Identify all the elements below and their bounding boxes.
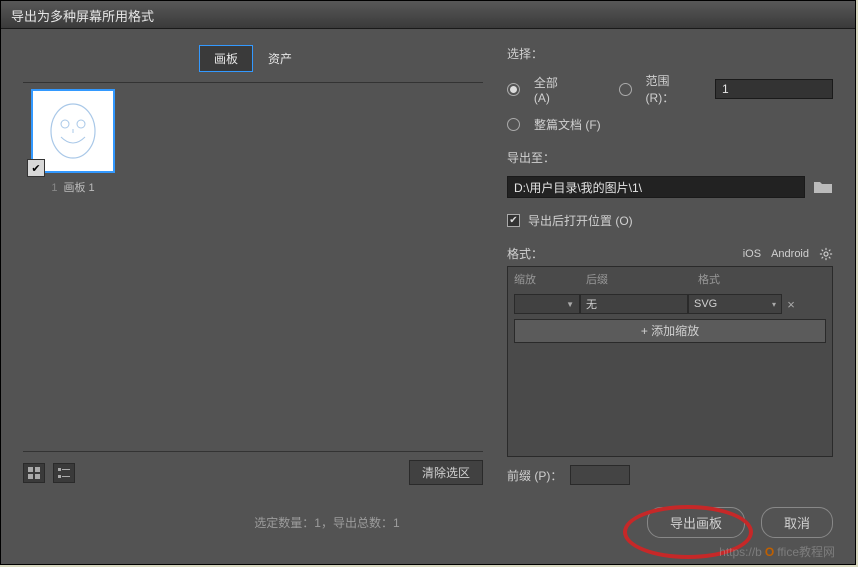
col-head-scale: 缩放 [514, 271, 586, 287]
export-to-label: 导出至： [507, 149, 555, 166]
clear-selection-button[interactable]: 清除选区 [409, 460, 483, 485]
open-after-checkbox[interactable]: ✔ [507, 214, 520, 227]
format-dropdown[interactable]: SVG▾ [688, 294, 782, 314]
android-button[interactable]: Android [771, 248, 809, 260]
suffix-dropdown[interactable]: 无 [580, 294, 688, 314]
tab-artboards[interactable]: 画板 [199, 45, 253, 72]
selection-counts: 选定数量：1，导出总数：1 [23, 514, 631, 531]
list-view-button[interactable] [53, 463, 75, 483]
radio-all-label: 全部 (A) [534, 74, 577, 105]
radio-range-label: 范围 (R)： [646, 72, 701, 106]
artboard-thumbnail[interactable]: ✔ [31, 89, 115, 173]
artboard-list: ✔ 1画板 1 [23, 82, 483, 452]
selection-label: 选择： [507, 45, 543, 62]
tab-assets[interactable]: 资产 [253, 45, 307, 72]
radio-range[interactable] [619, 83, 632, 96]
format-row: ▼ 无 SVG▾ × [508, 291, 832, 317]
titlebar: 导出为多种屏幕所用格式 [1, 1, 855, 29]
format-table: 缩放 后缀 格式 ▼ 无 SVG▾ × [507, 266, 833, 457]
ios-button[interactable]: iOS [743, 248, 761, 260]
col-head-format: 格式 [698, 271, 798, 287]
format-label: 格式： [507, 245, 543, 262]
face-icon [48, 101, 98, 161]
grid-view-button[interactable] [23, 463, 45, 483]
radio-whole-doc-label: 整篇文档 (F) [534, 116, 601, 133]
cancel-button[interactable]: 取消 [761, 507, 833, 538]
col-head-suffix: 后缀 [586, 271, 698, 287]
list-icon [57, 466, 71, 480]
prefix-label: 前缀 (P)： [507, 467, 562, 484]
checkmark-icon[interactable]: ✔ [27, 159, 45, 177]
chevron-down-icon: ▼ [566, 300, 574, 309]
gear-icon[interactable] [819, 247, 833, 261]
tabs: 画板 资产 [23, 45, 483, 72]
grid-icon [27, 466, 41, 480]
window-title: 导出为多种屏幕所用格式 [11, 9, 154, 24]
add-scale-button[interactable]: + 添加缩放 [514, 319, 826, 343]
scale-dropdown[interactable]: ▼ [514, 294, 580, 314]
export-path-input[interactable] [507, 176, 805, 198]
radio-all[interactable] [507, 83, 520, 96]
open-after-label: 导出后打开位置 (O) [528, 212, 633, 229]
range-input[interactable] [715, 79, 833, 99]
export-artboard-button[interactable]: 导出画板 [647, 507, 745, 538]
artboard-label: 1画板 1 [25, 179, 121, 195]
prefix-input[interactable] [570, 465, 630, 485]
folder-icon[interactable] [813, 179, 833, 195]
remove-row-button[interactable]: × [782, 297, 800, 312]
chevron-down-icon: ▾ [772, 300, 776, 309]
watermark: https://b Office教程网 [719, 543, 835, 560]
artboard-item[interactable]: ✔ 1画板 1 [25, 89, 121, 195]
radio-whole-doc[interactable] [507, 118, 520, 131]
